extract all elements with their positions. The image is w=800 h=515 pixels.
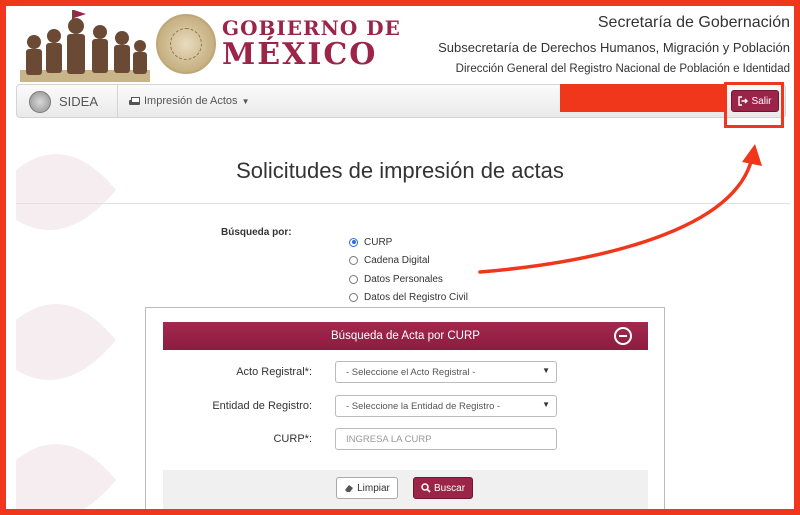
chevron-down-icon: ▼ (542, 400, 550, 409)
page-title: Solicitudes de impresión de actas (236, 158, 564, 183)
collapse-minus-icon[interactable] (614, 327, 632, 345)
curp-search-panel: Búsqueda de Acta por CURP Acto Registral… (145, 307, 665, 515)
acto-registral-value: - Seleccione el Acto Registral - (346, 367, 476, 378)
direccion-title: Dirección General del Registro Nacional … (455, 63, 790, 75)
impresion-menu-label: Impresión de Actos (144, 95, 238, 107)
entidad-registro-label: Entidad de Registro: (212, 400, 312, 412)
option-datos-personales[interactable]: Datos Personales (349, 270, 468, 289)
brand-line-2: MÉXICO (222, 37, 378, 72)
title-divider (16, 203, 790, 204)
caret-down-icon: ▼ (241, 96, 250, 106)
radio-curp[interactable] (349, 237, 358, 247)
curp-row: CURP*: INGRESA LA CURP (163, 428, 648, 450)
search-by-label: Búsqueda por: (221, 227, 292, 238)
acto-registral-label: Acto Registral*: (236, 366, 312, 378)
option-datos-registro-civil-label: Datos del Registro Civil (364, 292, 468, 304)
option-cadena-digital-label: Cadena Digital (364, 255, 430, 267)
search-label: Buscar (433, 482, 466, 494)
secretaria-info: Secretaría de Gobernación Subsecretaría … (438, 14, 790, 75)
radio-datos-personales[interactable] (349, 274, 358, 284)
curp-label: CURP*: (273, 433, 312, 445)
nav-divider (117, 85, 118, 117)
impresion-menu[interactable]: Impresión de Actos ▼ (129, 95, 249, 107)
annotation-highlight-box (724, 82, 784, 128)
sidea-logo-icon[interactable] (29, 91, 51, 113)
entidad-registro-select[interactable]: - Seleccione la Entidad de Registro - ▼ (335, 395, 557, 417)
chevron-down-icon: ▼ (542, 366, 550, 375)
eraser-icon (345, 485, 354, 492)
panel-footer: Limpiar Buscar (163, 470, 648, 515)
search-button[interactable]: Buscar (413, 477, 473, 499)
clear-label: Limpiar (357, 482, 390, 494)
radio-datos-registro-civil[interactable] (349, 293, 358, 303)
search-icon (421, 483, 431, 493)
acto-registral-row: Acto Registral*: - Seleccione el Acto Re… (163, 361, 648, 383)
panel-title: Búsqueda de Acta por CURP (331, 330, 480, 342)
curp-input[interactable]: INGRESA LA CURP (335, 428, 557, 450)
option-curp[interactable]: CURP (349, 233, 468, 252)
option-datos-personales-label: Datos Personales (364, 273, 443, 285)
subsecretaria-title: Subsecretaría de Derechos Humanos, Migra… (438, 40, 790, 55)
curp-placeholder: INGRESA LA CURP (346, 434, 432, 445)
national-seal-icon (156, 14, 216, 74)
government-logo: GOBIERNO DE MÉXICO (222, 18, 401, 70)
radio-cadena-digital[interactable] (349, 256, 358, 266)
printer-icon (129, 96, 140, 106)
clear-button[interactable]: Limpiar (336, 477, 398, 499)
panel-header: Búsqueda de Acta por CURP (163, 322, 648, 350)
government-header: GOBIERNO DE MÉXICO Secretaría de Goberna… (6, 6, 794, 84)
background-pattern (16, 154, 116, 515)
heroes-illustration-icon (20, 10, 150, 82)
acto-registral-select[interactable]: - Seleccione el Acto Registral - ▼ (335, 361, 557, 383)
option-cadena-digital[interactable]: Cadena Digital (349, 252, 468, 271)
entidad-registro-value: - Seleccione la Entidad de Registro - (346, 401, 501, 412)
option-datos-registro-civil[interactable]: Datos del Registro Civil (349, 289, 468, 308)
search-options: CURP Cadena Digital Datos Personales Dat… (349, 233, 468, 307)
secretaria-title: Secretaría de Gobernación (597, 14, 790, 31)
option-curp-label: CURP (364, 236, 393, 248)
redaction-bar (560, 84, 725, 112)
nav-brand[interactable]: SIDEA (59, 94, 98, 109)
entidad-registro-row: Entidad de Registro: - Seleccione la Ent… (163, 395, 648, 417)
brand-line-1: GOBIERNO DE (222, 16, 401, 40)
